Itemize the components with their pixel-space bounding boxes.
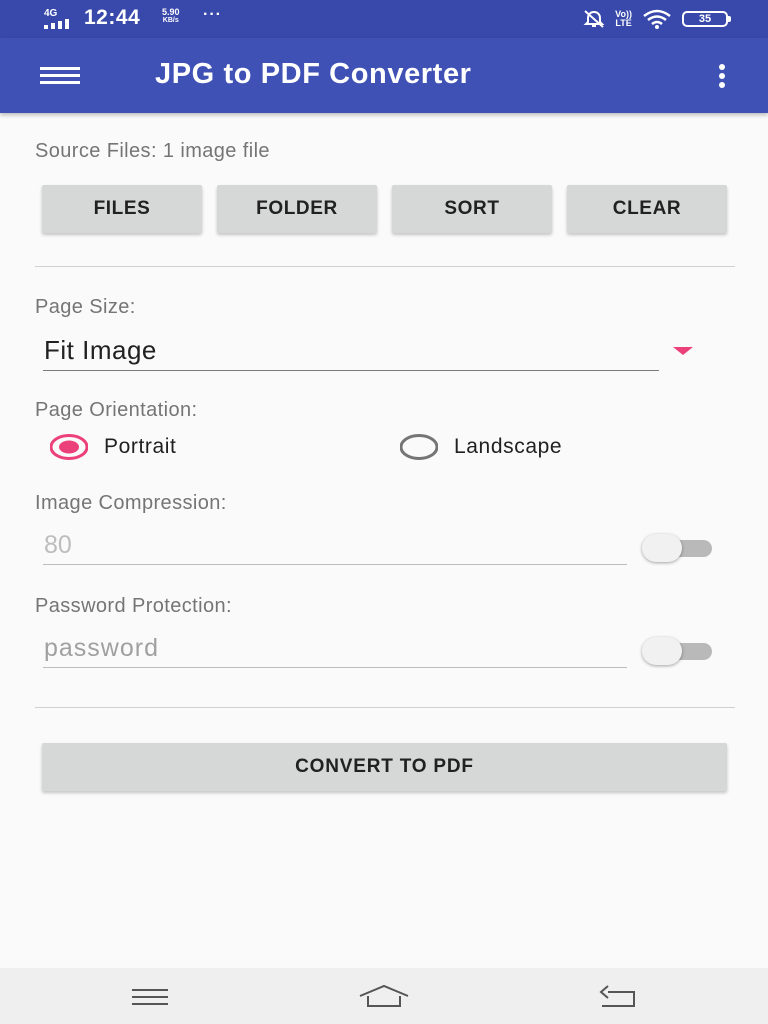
network-type: 4G	[44, 8, 58, 19]
network-speed-value: 5.90	[162, 7, 180, 17]
radio-selected-icon	[47, 432, 90, 462]
battery-icon: 35	[682, 11, 731, 27]
divider	[35, 707, 735, 708]
password-protection-label: Password Protection:	[35, 595, 232, 617]
mute-icon	[583, 10, 605, 28]
volte-indicator: Vo)) LTE	[615, 10, 632, 28]
network-speed-unit: KB/s	[162, 17, 179, 24]
more-vert-icon[interactable]	[712, 62, 732, 90]
home-icon[interactable]	[354, 982, 414, 1012]
recents-icon[interactable]	[120, 982, 180, 1012]
back-icon[interactable]	[590, 982, 650, 1012]
password-input[interactable]	[43, 630, 627, 668]
hamburger-menu-icon[interactable]	[36, 64, 82, 86]
network-speed: 5.90 KB/s	[162, 8, 180, 25]
divider	[35, 266, 735, 267]
radio-unselected-icon	[397, 432, 440, 462]
compression-toggle[interactable]	[642, 532, 712, 562]
page-size-value: Fit Image	[44, 335, 157, 365]
portrait-label: Portrait	[104, 435, 177, 458]
clear-button[interactable]: CLEAR	[567, 185, 727, 233]
page-orientation-label: Page Orientation:	[35, 399, 198, 421]
files-button[interactable]: FILES	[42, 185, 202, 233]
app-bar: JPG to PDF Converter	[0, 38, 768, 113]
more-notifications-icon: ···	[203, 6, 222, 23]
signal-icon	[44, 19, 69, 29]
source-files-label: Source Files: 1 image file	[35, 140, 270, 162]
toggle-thumb	[642, 637, 682, 665]
navigation-bar	[0, 968, 768, 1024]
image-compression-label: Image Compression:	[35, 492, 227, 514]
wifi-icon	[643, 9, 671, 29]
status-time: 12:44	[84, 6, 141, 29]
page-size-dropdown[interactable]: Fit Image	[43, 331, 659, 371]
portrait-radio[interactable]: Portrait	[47, 432, 177, 462]
status-bar: 4G 12:44 5.90 KB/s ··· Vo)) LTE 35	[0, 0, 768, 38]
sort-button[interactable]: SORT	[392, 185, 552, 233]
password-toggle[interactable]	[642, 635, 712, 665]
landscape-label: Landscape	[454, 435, 563, 458]
toggle-thumb	[642, 534, 682, 562]
convert-to-pdf-button[interactable]: CONVERT TO PDF	[42, 743, 727, 791]
page-size-label: Page Size:	[35, 296, 136, 318]
volte-bottom: LTE	[615, 18, 632, 28]
folder-button[interactable]: FOLDER	[217, 185, 377, 233]
dropdown-arrow-icon[interactable]	[673, 347, 693, 355]
landscape-radio[interactable]: Landscape	[397, 432, 562, 462]
app-title: JPG to PDF Converter	[155, 58, 472, 90]
compression-input[interactable]	[43, 527, 627, 565]
status-icons: Vo)) LTE 35	[583, 8, 731, 30]
